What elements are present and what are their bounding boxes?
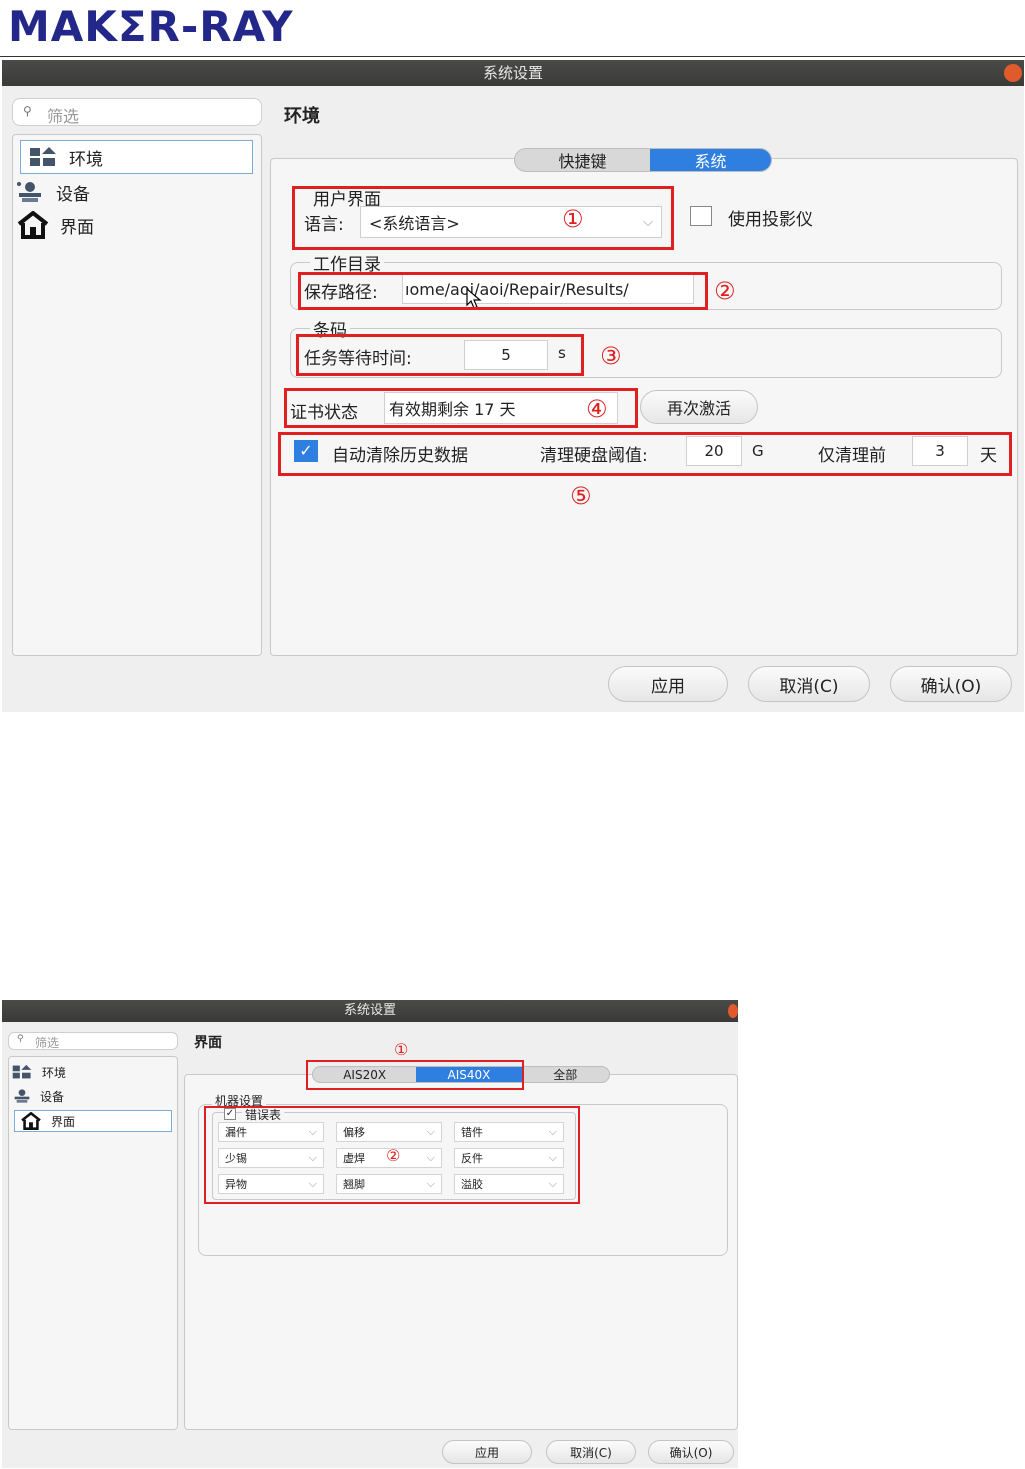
search-icon: ⚲ [23,104,32,118]
tab-shortcuts[interactable]: 快捷键 [515,149,650,171]
reactivate-button[interactable]: 再次激活 [640,390,758,424]
sidebar-item-device[interactable]: 设备 [16,176,249,208]
highlight-box-1 [306,1060,524,1090]
settings-dialog-environment: 系统设置 ⚲ 筛选 环境 设备 界面 环境 快捷键 系统 用户界面 语言: <系… [2,60,1024,712]
apply-button[interactable]: 应用 [442,1440,532,1464]
dialog-title: 系统设置 [343,1003,396,1018]
search-icon: ⚲ [17,1034,24,1044]
filter-placeholder: 筛选 [35,1036,60,1050]
home-icon [17,211,49,239]
ok-button[interactable]: 确认(O) [890,666,1012,702]
environment-icon [12,1064,32,1079]
sidebar-item-label: 环境 [69,149,103,170]
marker-2: ② [714,277,736,305]
cancel-button[interactable]: 取消(C) [748,666,870,702]
sidebar-item-environment[interactable]: 环境 [12,1062,172,1082]
sidebar-item-label: 设备 [40,1089,65,1104]
highlight-box-5 [278,432,1012,476]
dialog-titlebar: 系统设置 [2,60,1024,86]
projector-label: 使用投影仪 [728,210,813,230]
page-title: 环境 [284,106,320,127]
tab-system[interactable]: 系统 [649,149,771,171]
dialog-title: 系统设置 [482,64,543,82]
sidebar-item-device[interactable]: 设备 [12,1086,172,1106]
marker-1: ① [394,1040,409,1059]
filter-input[interactable]: ⚲ 筛选 [8,1032,178,1050]
marker-5: ⑤ [570,482,592,510]
sidebar-item-label: 界面 [60,217,94,238]
filter-input[interactable]: ⚲ 筛选 [12,98,262,126]
environment-icon [30,147,56,166]
home-icon [21,1112,41,1130]
projector-checkbox[interactable] [690,206,712,226]
apply-button[interactable]: 应用 [608,666,728,702]
cancel-button[interactable]: 取消(C) [546,1440,636,1464]
highlight-box-2 [298,272,708,310]
header-divider [0,56,1025,57]
brand-logo: MAKΣR-RAY [8,2,294,51]
tab-all[interactable]: 全部 [522,1067,609,1082]
sidebar-item-label: 界面 [51,1114,76,1129]
tab-bar: 快捷键 系统 [514,148,772,172]
sidebar-item-interface[interactable]: 界面 [16,208,249,242]
close-button[interactable] [1004,64,1022,82]
sidebar-item-label: 环境 [42,1065,67,1080]
device-icon [17,182,41,202]
sidebar-item-label: 设备 [56,184,90,205]
close-button[interactable] [728,1004,738,1018]
sidebar-item-interface[interactable]: 界面 [14,1110,172,1132]
dialog-titlebar: 系统设置 [2,1000,738,1022]
device-icon [14,1089,30,1103]
highlight-box-1 [292,186,674,250]
ok-button[interactable]: 确认(O) [648,1440,734,1464]
filter-placeholder: 筛选 [47,107,80,126]
highlight-box-3 [296,334,584,376]
sidebar-item-environment[interactable]: 环境 [20,140,253,174]
page-title: 界面 [194,1035,222,1051]
highlight-box-2 [204,1106,580,1204]
settings-dialog-interface: 系统设置 ⚲ 筛选 环境 设备 界面 界面 ① AIS20X AIS40X 全部 [2,1000,738,1468]
marker-3: ③ [600,342,622,370]
highlight-box-4 [284,388,638,428]
